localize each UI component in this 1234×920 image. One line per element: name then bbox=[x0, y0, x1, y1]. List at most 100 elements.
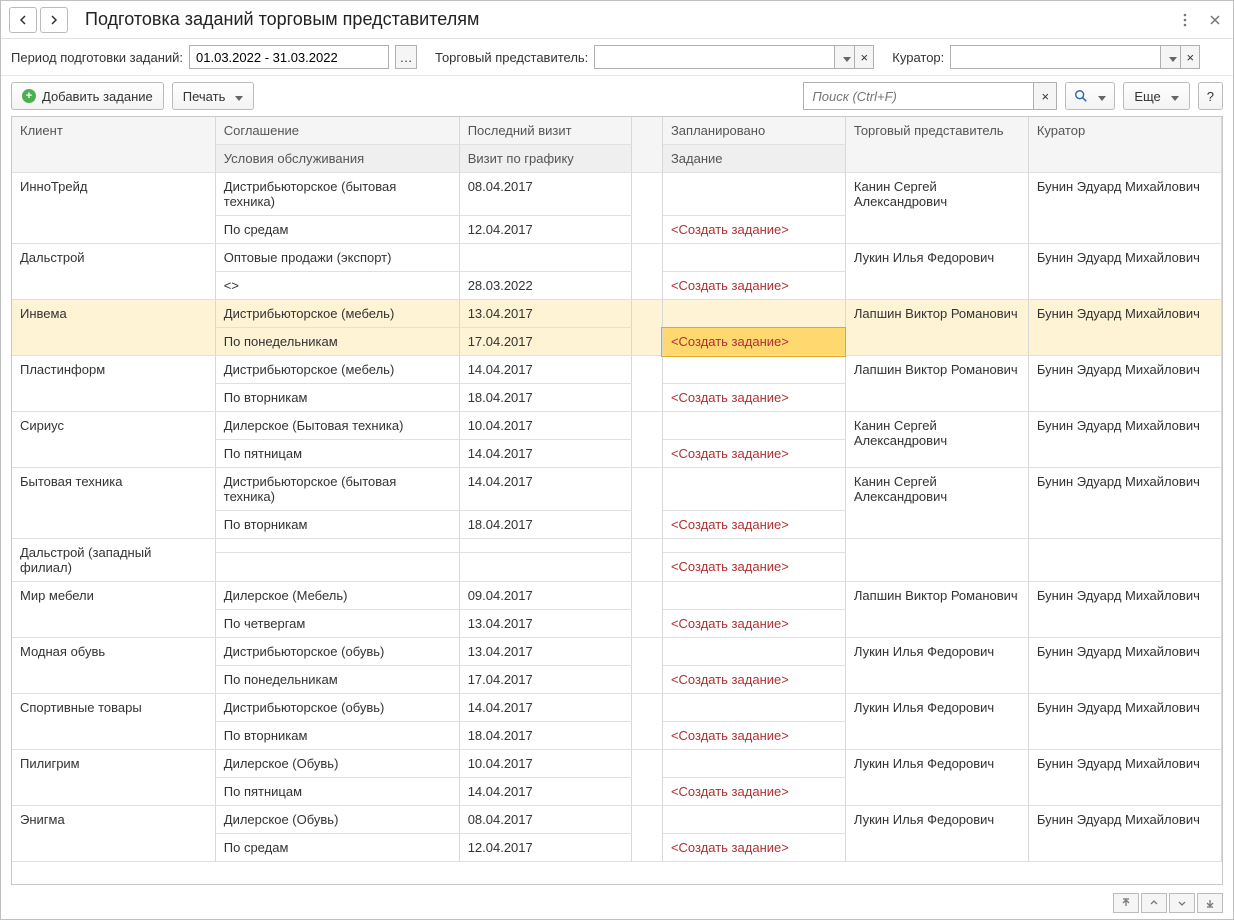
create-task-link[interactable]: <Создать задание> bbox=[662, 511, 845, 539]
cell[interactable]: Дистрибьюторское (обувь) bbox=[215, 694, 459, 722]
cell[interactable] bbox=[662, 244, 845, 272]
rep-combo-input[interactable] bbox=[594, 45, 834, 69]
cell[interactable]: Пилигрим bbox=[12, 750, 215, 806]
cell[interactable]: Канин Сергей Александрович bbox=[845, 173, 1028, 244]
cell[interactable]: 17.04.2017 bbox=[459, 666, 632, 694]
print-button[interactable]: Печать bbox=[172, 82, 255, 110]
close-icon[interactable] bbox=[1205, 10, 1225, 30]
table-row[interactable]: ДальстройОптовые продажи (экспорт)Лукин … bbox=[12, 244, 1222, 272]
cell[interactable] bbox=[632, 539, 662, 582]
cell[interactable]: По понедельникам bbox=[215, 328, 459, 356]
cell[interactable]: Дальстрой (западный филиал) bbox=[12, 539, 215, 582]
nav-last-button[interactable] bbox=[1197, 893, 1223, 913]
cell[interactable] bbox=[662, 694, 845, 722]
cell[interactable]: 18.04.2017 bbox=[459, 722, 632, 750]
cell[interactable]: 12.04.2017 bbox=[459, 834, 632, 862]
nav-down-button[interactable] bbox=[1169, 893, 1195, 913]
cell[interactable]: Лапшин Виктор Романович bbox=[845, 582, 1028, 638]
cell[interactable] bbox=[632, 412, 662, 468]
col-curator[interactable]: Куратор bbox=[1028, 117, 1221, 173]
cell[interactable]: Дилерское (Обувь) bbox=[215, 806, 459, 834]
cell[interactable]: Энигма bbox=[12, 806, 215, 862]
table-row[interactable]: ПилигримДилерское (Обувь)10.04.2017Лукин… bbox=[12, 750, 1222, 778]
cell[interactable]: Дистрибьюторское (бытовая техника) bbox=[215, 468, 459, 511]
cell[interactable]: Дистрибьюторское (бытовая техника) bbox=[215, 173, 459, 216]
cell[interactable]: 13.04.2017 bbox=[459, 610, 632, 638]
table-row[interactable]: Спортивные товарыДистрибьюторское (обувь… bbox=[12, 694, 1222, 722]
cell[interactable]: Дилерское (Бытовая техника) bbox=[215, 412, 459, 440]
cell[interactable]: Лапшин Виктор Романович bbox=[845, 300, 1028, 356]
cell[interactable]: Мир мебели bbox=[12, 582, 215, 638]
cell[interactable]: Лукин Илья Федорович bbox=[845, 244, 1028, 300]
cell[interactable]: По вторникам bbox=[215, 722, 459, 750]
cell[interactable]: Бунин Эдуард Михайлович bbox=[1028, 468, 1221, 539]
curator-combo-input[interactable] bbox=[950, 45, 1160, 69]
cell[interactable] bbox=[662, 582, 845, 610]
cell[interactable] bbox=[1028, 539, 1221, 582]
cell[interactable]: Бунин Эдуард Михайлович bbox=[1028, 356, 1221, 412]
cell[interactable]: 14.04.2017 bbox=[459, 440, 632, 468]
cell[interactable] bbox=[632, 750, 662, 806]
period-input[interactable] bbox=[189, 45, 389, 69]
cell[interactable] bbox=[459, 244, 632, 272]
col-planned[interactable]: Запланировано bbox=[662, 117, 845, 145]
cell[interactable]: Дальстрой bbox=[12, 244, 215, 300]
cell[interactable]: 09.04.2017 bbox=[459, 582, 632, 610]
col-rep[interactable]: Торговый представитель bbox=[845, 117, 1028, 173]
cell[interactable]: 08.04.2017 bbox=[459, 173, 632, 216]
col-conditions[interactable]: Условия обслуживания bbox=[215, 145, 459, 173]
cell[interactable]: Канин Сергей Александрович bbox=[845, 412, 1028, 468]
create-task-link[interactable]: <Создать задание> bbox=[662, 722, 845, 750]
cell[interactable]: Лукин Илья Федорович bbox=[845, 750, 1028, 806]
cell[interactable]: Бунин Эдуард Михайлович bbox=[1028, 412, 1221, 468]
cell[interactable] bbox=[845, 539, 1028, 582]
cell[interactable]: Инвема bbox=[12, 300, 215, 356]
cell[interactable]: Бытовая техника bbox=[12, 468, 215, 539]
cell[interactable]: Модная обувь bbox=[12, 638, 215, 694]
period-picker-button[interactable]: … bbox=[395, 45, 417, 69]
col-agreement[interactable]: Соглашение bbox=[215, 117, 459, 145]
col-scheduled[interactable]: Визит по графику bbox=[459, 145, 632, 173]
cell[interactable]: 14.04.2017 bbox=[459, 356, 632, 384]
cell[interactable] bbox=[662, 638, 845, 666]
cell[interactable] bbox=[662, 806, 845, 834]
search-button[interactable] bbox=[1065, 82, 1115, 110]
table-row[interactable]: ИнвемаДистрибьюторское (мебель)13.04.201… bbox=[12, 300, 1222, 328]
search-input[interactable] bbox=[803, 82, 1033, 110]
cell[interactable] bbox=[632, 806, 662, 862]
cell[interactable]: Бунин Эдуард Михайлович bbox=[1028, 582, 1221, 638]
back-button[interactable] bbox=[9, 7, 37, 33]
create-task-link[interactable]: <Создать задание> bbox=[662, 552, 845, 581]
cell[interactable]: По вторникам bbox=[215, 511, 459, 539]
cell[interactable] bbox=[662, 468, 845, 511]
search-clear-button[interactable]: × bbox=[1033, 82, 1057, 110]
nav-first-button[interactable] bbox=[1113, 893, 1139, 913]
cell[interactable]: Оптовые продажи (экспорт) bbox=[215, 244, 459, 272]
forward-button[interactable] bbox=[40, 7, 68, 33]
cell[interactable]: 13.04.2017 bbox=[459, 638, 632, 666]
table-row[interactable]: ИнноТрейдДистрибьюторское (бытовая техни… bbox=[12, 173, 1222, 216]
col-client[interactable]: Клиент bbox=[12, 117, 215, 173]
cell[interactable]: <> bbox=[215, 272, 459, 300]
help-button[interactable]: ? bbox=[1198, 82, 1223, 110]
kebab-menu-icon[interactable] bbox=[1175, 10, 1195, 30]
create-task-link[interactable]: <Создать задание> bbox=[662, 328, 845, 356]
table-row[interactable]: Мир мебелиДилерское (Мебель)09.04.2017Ла… bbox=[12, 582, 1222, 610]
cell[interactable] bbox=[632, 694, 662, 750]
col-icon[interactable] bbox=[632, 117, 662, 173]
cell[interactable]: Лукин Илья Федорович bbox=[845, 694, 1028, 750]
cell[interactable]: 18.04.2017 bbox=[459, 384, 632, 412]
cell[interactable] bbox=[662, 173, 845, 216]
create-task-link[interactable]: <Создать задание> bbox=[662, 440, 845, 468]
cell[interactable]: Бунин Эдуард Михайлович bbox=[1028, 750, 1221, 806]
cell[interactable]: Дилерское (Обувь) bbox=[215, 750, 459, 778]
cell[interactable] bbox=[632, 300, 662, 356]
cell[interactable]: Лукин Илья Федорович bbox=[845, 638, 1028, 694]
cell[interactable] bbox=[662, 539, 845, 553]
add-task-button[interactable]: + Добавить задание bbox=[11, 82, 164, 110]
cell[interactable]: 08.04.2017 bbox=[459, 806, 632, 834]
cell[interactable]: 17.04.2017 bbox=[459, 328, 632, 356]
cell[interactable]: Бунин Эдуард Михайлович bbox=[1028, 694, 1221, 750]
cell[interactable]: По вторникам bbox=[215, 384, 459, 412]
cell[interactable]: Дистрибьюторское (мебель) bbox=[215, 300, 459, 328]
